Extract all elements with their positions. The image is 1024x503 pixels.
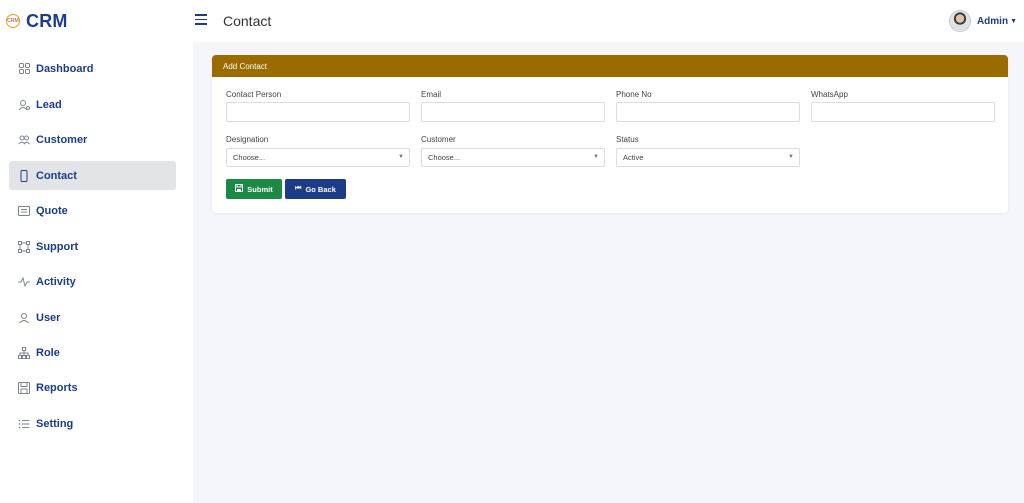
quote-icon (18, 205, 30, 217)
sidebar-item-support[interactable]: Support (9, 232, 176, 261)
phone-label: Phone No (616, 90, 652, 99)
sidebar-item-setting[interactable]: Setting (9, 409, 176, 438)
chevron-down-icon: ▼ (1010, 17, 1017, 25)
phone-input[interactable] (616, 102, 800, 122)
contact-icon (18, 169, 30, 182)
designation-select[interactable]: Choose... ▼ (226, 148, 410, 167)
submit-button[interactable]: Submit (226, 179, 282, 199)
sidebar-item-label: Reports (36, 381, 78, 394)
designation-label: Designation (226, 135, 269, 144)
sidebar-item-label: Support (36, 240, 79, 253)
user-icon (18, 312, 30, 324)
customer-select[interactable]: Choose... ▼ (421, 148, 605, 167)
role-icon (18, 346, 30, 359)
save-icon (235, 184, 244, 194)
card-header: Add Contact (212, 55, 1008, 77)
dashboard-icon (18, 62, 30, 75)
submit-label: Submit (247, 184, 273, 194)
customer-selected: Choose... (428, 153, 461, 162)
sidebar-item-label: Customer (36, 133, 88, 146)
page-title: Contact (223, 13, 272, 29)
menu-toggle-icon[interactable] (195, 14, 207, 25)
contact-person-input[interactable] (226, 102, 410, 122)
sidebar-item-customer[interactable]: Customer (9, 125, 176, 154)
brand-name: CRM (26, 10, 68, 31)
sidebar-item-contact[interactable]: Contact (9, 161, 176, 190)
chevron-down-icon: ▼ (788, 154, 794, 160)
sidebar-item-label: Dashboard (36, 62, 94, 75)
top-bar: CRM CRM Contact Admin ▼ (0, 0, 1024, 42)
logo-text: CRM (7, 18, 19, 24)
designation-selected: Choose... (233, 153, 266, 162)
sidebar-item-lead[interactable]: Lead (9, 90, 176, 119)
sidebar-item-label: Contact (36, 169, 77, 182)
chevron-down-icon: ▼ (593, 154, 599, 160)
sidebar-item-label: Activity (36, 275, 76, 288)
sidebar-item-dashboard[interactable]: Dashboard (9, 54, 176, 83)
go-back-button[interactable]: ⏮ Go Back (285, 179, 346, 199)
setting-icon (18, 418, 30, 430)
go-back-label: Go Back (305, 184, 336, 194)
sidebar-item-role[interactable]: Role (9, 338, 176, 367)
contact-person-label: Contact Person (226, 90, 282, 99)
add-contact-card: Add Contact Contact Person Email Phone N… (212, 55, 1008, 213)
support-icon (18, 240, 30, 253)
email-label: Email (421, 90, 442, 99)
sidebar-item-user[interactable]: User (9, 303, 176, 332)
sidebar-item-label: Quote (36, 204, 68, 217)
customer-icon (18, 134, 30, 146)
user-menu[interactable]: Admin ▼ (948, 10, 1017, 32)
whatsapp-label: WhatsApp (811, 90, 848, 99)
sidebar-item-activity[interactable]: Activity (9, 267, 176, 296)
fast-backward-icon: ⏮ (295, 185, 302, 192)
email-input[interactable] (421, 102, 605, 122)
sidebar: Dashboard Lead Customer Contact Quote Su… (0, 42, 193, 503)
sidebar-item-quote[interactable]: Quote (9, 196, 176, 225)
customer-label: Customer (421, 135, 456, 144)
sidebar-item-reports[interactable]: Reports (9, 373, 176, 402)
sidebar-item-label: User (36, 311, 61, 324)
avatar (948, 10, 971, 32)
status-label: Status (616, 135, 639, 144)
sidebar-item-label: Role (36, 346, 60, 359)
status-select[interactable]: Active ▼ (616, 148, 800, 167)
lead-icon (18, 99, 30, 111)
whatsapp-input[interactable] (811, 102, 995, 122)
chevron-down-icon: ▼ (398, 154, 404, 160)
sidebar-item-label: Lead (36, 98, 62, 111)
brand[interactable]: CRM CRM (0, 0, 193, 42)
sidebar-item-label: Setting (36, 417, 74, 430)
crm-logo-icon: CRM (6, 14, 20, 28)
reports-icon (18, 381, 30, 394)
status-selected: Active (623, 153, 644, 162)
user-name: Admin (976, 15, 1009, 27)
activity-icon (18, 276, 30, 288)
card-title: Add Contact (223, 61, 268, 71)
